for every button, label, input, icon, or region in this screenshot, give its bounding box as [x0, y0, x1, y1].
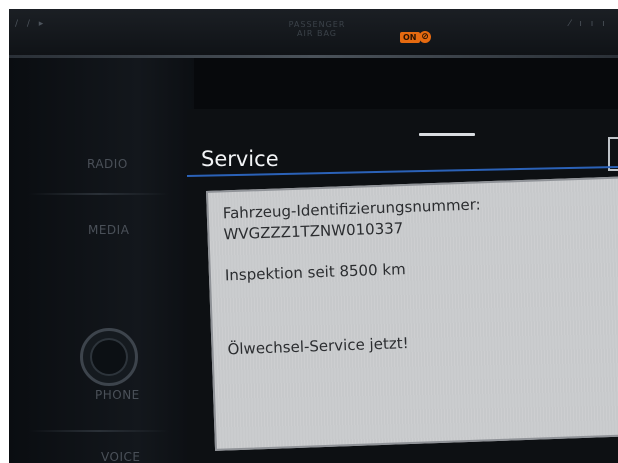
- vin-label: Fahrzeug-Identifizierungsnummer:: [222, 195, 481, 223]
- media-button[interactable]: MEDIA: [88, 223, 129, 237]
- passenger-airbag-line1: PASSENGER: [288, 20, 346, 29]
- page-title: Service: [201, 147, 279, 171]
- passenger-airbag-line2: AIR BAG: [297, 29, 337, 38]
- service-info-panel: Fahrzeug-Identifizierungsnummer: WVGZZZ1…: [206, 175, 618, 451]
- volume-knob[interactable]: [80, 328, 138, 386]
- car-infotainment-photo: / / ▸ ⁄ ı ı ı PASSENGER AIR BAG ON ⊘ RAD…: [9, 9, 618, 463]
- airbag-on-indicator: ON: [400, 32, 420, 43]
- oil-service-message: Ölwechsel-Service jetzt!: [227, 334, 409, 359]
- page-indicator: [419, 133, 475, 136]
- vin-value: WVGZZZ1TZNW010337: [223, 219, 404, 244]
- bezel-marks-left: / / ▸: [15, 19, 47, 29]
- dashboard-top-bezel: / / ▸ ⁄ ı ı ı PASSENGER AIR BAG ON ⊘: [9, 9, 618, 57]
- button-divider: [29, 430, 169, 432]
- passenger-airbag-label: PASSENGER AIR BAG: [277, 20, 357, 38]
- infotainment-screen: Service Fahrzeug-Identifizierungsnummer:…: [186, 109, 618, 463]
- voice-button[interactable]: VOICE: [101, 450, 140, 463]
- airbag-off-icon: ⊘: [419, 31, 431, 43]
- bezel-marks-right: ⁄ ı ı ı: [569, 19, 608, 29]
- radio-button[interactable]: RADIO: [87, 157, 128, 171]
- inspection-status: Inspektion seit 8500 km: [224, 260, 406, 285]
- phone-button[interactable]: PHONE: [95, 388, 140, 402]
- button-divider: [29, 193, 169, 195]
- hardware-button-panel: RADIO MEDIA PHONE VOICE: [9, 58, 194, 463]
